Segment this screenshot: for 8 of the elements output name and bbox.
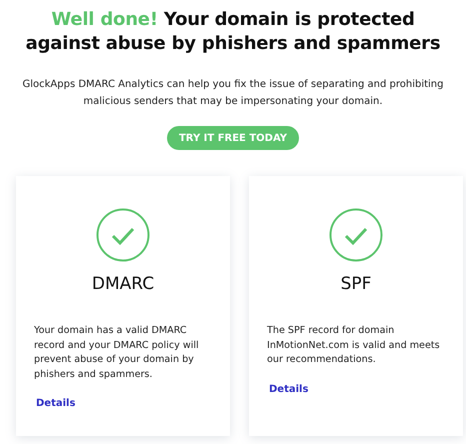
page-heading: Well done! Your domain is protected against abuse by phishers and spammers <box>24 8 442 56</box>
card-title: DMARC <box>90 274 156 294</box>
card-description: Your domain has a valid DMARC record and your DMARC policy will prevent abuse of your domain by phishers and spammers. <box>34 324 200 382</box>
card-title: SPF <box>340 274 372 294</box>
intro-text: GlockApps DMARC Analytics can help you fix the issue of separating and prohibiting malicious senders that may be impersonating your domain. <box>21 78 444 109</box>
details-link[interactable]: Details <box>269 384 308 394</box>
card-description: The SPF record for domain InMotionNet.com is valid and meets our recommendations. <box>267 324 441 367</box>
details-link[interactable]: Details <box>36 398 76 409</box>
